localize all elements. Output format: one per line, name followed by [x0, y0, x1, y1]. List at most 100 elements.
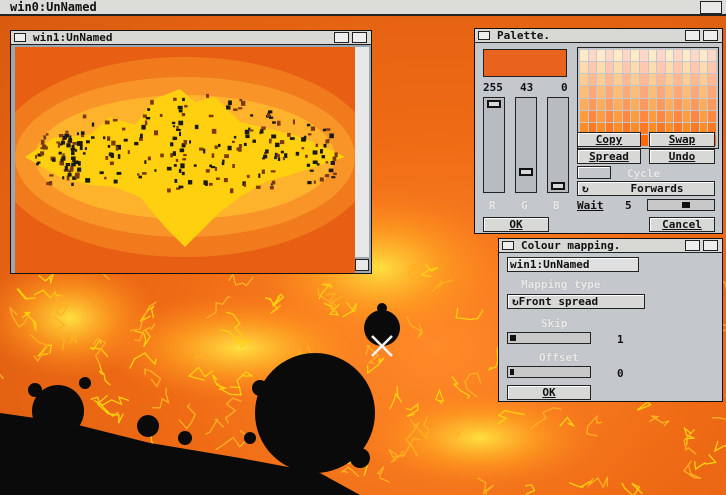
palette-cell[interactable] — [605, 62, 614, 74]
palette-cell[interactable] — [691, 62, 699, 74]
palette-cell[interactable] — [674, 110, 682, 122]
palette-cell[interactable] — [708, 50, 716, 62]
green-slider[interactable] — [515, 97, 537, 193]
palette-cell[interactable] — [631, 62, 639, 74]
ok-button[interactable]: OK — [483, 217, 549, 232]
palette-cell[interactable] — [648, 62, 657, 74]
zoom-gadget-icon[interactable] — [685, 240, 700, 251]
palette-cell[interactable] — [588, 50, 597, 62]
palette-cell[interactable] — [605, 110, 614, 122]
palette-cell[interactable] — [605, 50, 614, 62]
zoom-gadget-icon[interactable] — [334, 32, 349, 43]
palette-cell[interactable] — [605, 86, 614, 98]
palette-cell[interactable] — [682, 98, 691, 110]
screen-title-bar[interactable]: win0:UnNamed — [0, 0, 726, 16]
palette-cell[interactable] — [631, 110, 639, 122]
palette-cell[interactable] — [580, 86, 588, 98]
palette-cell[interactable] — [699, 110, 708, 122]
palette-cell[interactable] — [622, 86, 631, 98]
palette-cell[interactable] — [614, 62, 622, 74]
palette-cell[interactable] — [631, 74, 639, 86]
palette-cell[interactable] — [639, 122, 648, 134]
palette-cell[interactable] — [682, 74, 691, 86]
offset-slider-knob[interactable] — [510, 369, 514, 375]
palette-cell[interactable] — [699, 86, 708, 98]
palette-cell[interactable] — [580, 110, 588, 122]
palette-cell[interactable] — [708, 62, 716, 74]
palette-cell[interactable] — [631, 98, 639, 110]
palette-cell[interactable] — [622, 62, 631, 74]
palette-cell[interactable] — [648, 74, 657, 86]
palette-cell[interactable] — [699, 62, 708, 74]
palette-cell[interactable] — [691, 110, 699, 122]
palette-cell[interactable] — [708, 98, 716, 110]
palette-cell[interactable] — [674, 50, 682, 62]
palette-cell[interactable] — [639, 62, 648, 74]
screen-depth-gadget-icon[interactable] — [700, 1, 722, 14]
palette-cell[interactable] — [648, 110, 657, 122]
palette-cell[interactable] — [588, 74, 597, 86]
green-slider-knob[interactable] — [519, 168, 533, 177]
swap-button[interactable]: Swap — [649, 132, 715, 147]
palette-cell[interactable] — [622, 98, 631, 110]
window-select-field[interactable]: win1:UnNamed — [507, 257, 639, 272]
blue-slider-knob[interactable] — [551, 182, 565, 190]
red-slider[interactable] — [483, 97, 505, 193]
skip-slider-knob[interactable] — [510, 335, 516, 341]
palette-cell[interactable] — [622, 110, 631, 122]
spread-button[interactable]: Spread — [577, 149, 641, 164]
zoom-gadget-icon[interactable] — [685, 30, 700, 41]
skip-slider[interactable] — [507, 332, 591, 344]
palette-cell[interactable] — [639, 134, 648, 146]
palette-cell[interactable] — [597, 110, 605, 122]
cycle-toggle[interactable] — [577, 166, 611, 179]
palette-cell[interactable] — [605, 74, 614, 86]
palette-cell[interactable] — [665, 74, 674, 86]
palette-cell[interactable] — [665, 50, 674, 62]
colour-mapping-title-bar[interactable]: Colour mapping. — [499, 239, 722, 253]
palette-cell[interactable] — [682, 110, 691, 122]
palette-cell[interactable] — [665, 86, 674, 98]
depth-gadget-icon[interactable] — [703, 30, 718, 41]
palette-cell[interactable] — [597, 62, 605, 74]
win1-title-bar[interactable]: win1:UnNamed — [11, 31, 371, 45]
palette-cell[interactable] — [631, 50, 639, 62]
palette-cell[interactable] — [580, 62, 588, 74]
palette-cell[interactable] — [665, 62, 674, 74]
palette-cell[interactable] — [665, 110, 674, 122]
palette-cell[interactable] — [708, 74, 716, 86]
palette-cell[interactable] — [614, 86, 622, 98]
palette-cell[interactable] — [631, 86, 639, 98]
palette-cell[interactable] — [648, 86, 657, 98]
depth-gadget-icon[interactable] — [703, 240, 718, 251]
palette-cell[interactable] — [580, 74, 588, 86]
palette-cell[interactable] — [691, 98, 699, 110]
palette-cell[interactable] — [605, 98, 614, 110]
palette-cell[interactable] — [622, 74, 631, 86]
resize-gadget-icon[interactable] — [355, 259, 369, 271]
vertical-scrollbar[interactable] — [355, 47, 369, 257]
palette-cell[interactable] — [614, 74, 622, 86]
palette-cell[interactable] — [657, 98, 665, 110]
palette-cell[interactable] — [699, 74, 708, 86]
palette-cell[interactable] — [682, 50, 691, 62]
palette-title-bar[interactable]: Palette. — [475, 29, 722, 43]
close-gadget-icon[interactable] — [14, 33, 26, 42]
wait-slider-knob[interactable] — [682, 202, 690, 208]
palette-cell[interactable] — [657, 62, 665, 74]
palette-cell[interactable] — [639, 50, 648, 62]
palette-cell[interactable] — [708, 110, 716, 122]
palette-cell[interactable] — [691, 86, 699, 98]
palette-cell[interactable] — [597, 74, 605, 86]
palette-cell[interactable] — [580, 98, 588, 110]
palette-cell[interactable] — [580, 50, 588, 62]
palette-cell[interactable] — [648, 98, 657, 110]
blue-slider[interactable] — [547, 97, 569, 193]
palette-cell[interactable] — [674, 62, 682, 74]
palette-cell[interactable] — [682, 62, 691, 74]
palette-cell[interactable] — [639, 98, 648, 110]
direction-cycle-button[interactable]: ↻ Forwards — [577, 181, 715, 196]
palette-cell[interactable] — [622, 50, 631, 62]
palette-cell[interactable] — [699, 98, 708, 110]
palette-cell[interactable] — [588, 62, 597, 74]
